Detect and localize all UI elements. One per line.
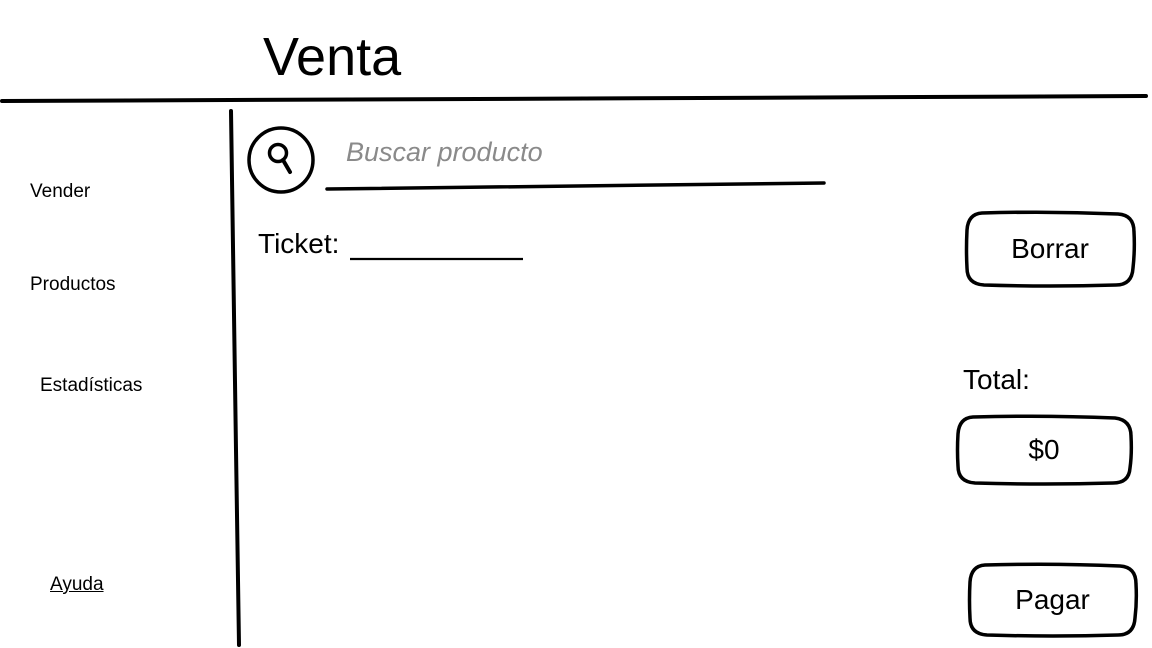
ticket-field [350, 226, 522, 262]
total-display: $0 [955, 414, 1134, 486]
pay-button[interactable]: Pagar [967, 562, 1139, 638]
sidebar-item-vender[interactable]: Vender [30, 180, 90, 204]
sidebar-divider [229, 109, 241, 647]
total-label: Total: [963, 364, 1030, 395]
header-divider [0, 94, 1148, 103]
sidebar-item-productos[interactable]: Productos [30, 273, 116, 297]
page-title: Venta [263, 27, 402, 87]
help-link[interactable]: Ayuda [50, 573, 104, 597]
pay-button-label: Pagar [1015, 584, 1090, 615]
search-underline [325, 181, 826, 191]
total-value: $0 [1028, 434, 1060, 465]
ticket-label: Ticket: [258, 228, 340, 259]
layout-lines [0, 94, 1148, 647]
search-icon[interactable] [246, 126, 318, 194]
clear-button-label: Borrar [1011, 233, 1089, 264]
sidebar-item-estadisticas[interactable]: Estadísticas [40, 374, 142, 398]
search-input[interactable] [340, 130, 830, 174]
clear-button[interactable]: Borrar [964, 210, 1137, 288]
